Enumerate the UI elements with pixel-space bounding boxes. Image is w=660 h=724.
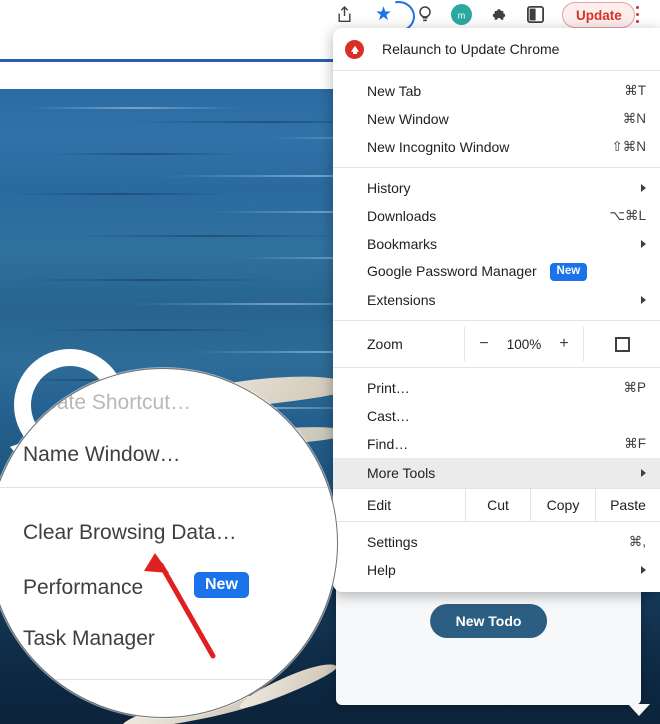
menu-item-more-tools[interactable]: More Tools xyxy=(333,458,660,488)
fullscreen-icon xyxy=(614,336,630,352)
chevron-right-icon xyxy=(641,184,646,192)
menu-item-print[interactable]: Print… ⌘P xyxy=(333,374,660,402)
menu-item-bookmarks[interactable]: Bookmarks xyxy=(333,230,660,258)
menu-item-accel: ⌘F xyxy=(624,436,646,451)
chevron-right-icon xyxy=(641,566,646,574)
menu-item-label: Cast… xyxy=(367,408,410,424)
zoom-in-button[interactable]: + xyxy=(557,335,571,353)
menu-item-new-tab[interactable]: New Tab ⌘T xyxy=(333,77,660,105)
menu-item-label: Google Password Manager xyxy=(367,262,537,279)
zoom-level-value: 100% xyxy=(506,336,542,352)
magnified-item-name-window[interactable]: Name Window… xyxy=(23,443,181,467)
magnified-item-create-shortcut[interactable]: Create Shortcut… xyxy=(23,391,191,415)
bookmark-star-icon[interactable]: ★ xyxy=(372,3,395,26)
update-label: Update xyxy=(576,7,622,23)
menu-item-extensions[interactable]: Extensions xyxy=(333,286,660,314)
menu-item-new-window[interactable]: New Window ⌘N xyxy=(333,105,660,133)
menu-item-accel: ⌘T xyxy=(624,83,646,98)
menu-item-label: Downloads xyxy=(367,208,437,224)
chrome-main-menu: Relaunch to Update Chrome New Tab ⌘T New… xyxy=(333,28,660,592)
new-todo-button[interactable]: New Todo xyxy=(429,604,548,638)
grammarly-extension-icon[interactable]: m xyxy=(450,3,473,26)
menu-item-accel: ⇧⌘N xyxy=(611,139,646,154)
magnified-divider xyxy=(0,679,337,680)
relaunch-label: Relaunch to Update Chrome xyxy=(382,41,560,57)
magnified-divider xyxy=(0,487,337,488)
menu-divider xyxy=(333,167,660,168)
chrome-menu-kebab-icon[interactable] xyxy=(636,6,640,23)
new-badge: New xyxy=(549,263,588,282)
menu-item-accel: ⌘P xyxy=(623,380,646,395)
menu-item-label: Help xyxy=(367,562,396,578)
chevron-right-icon xyxy=(641,296,646,304)
menu-divider xyxy=(333,320,660,321)
share-icon[interactable] xyxy=(333,3,356,26)
zoom-label: Zoom xyxy=(367,336,403,352)
relaunch-to-update-chrome-item[interactable]: Relaunch to Update Chrome xyxy=(333,34,660,64)
fullscreen-button[interactable] xyxy=(584,327,660,361)
screenshot-root: Add a todo to get started Switch to Inbo… xyxy=(0,0,660,724)
edit-row: Edit Cut Copy Paste xyxy=(333,488,660,522)
cut-button[interactable]: Cut xyxy=(465,489,530,521)
menu-divider xyxy=(333,70,660,71)
browser-toolbar: ★ m Update xyxy=(0,0,660,32)
svg-text:m: m xyxy=(458,11,466,21)
zoom-controls: − 100% + xyxy=(464,327,584,361)
menu-item-label: Settings xyxy=(367,534,418,550)
extensions-puzzle-icon[interactable] xyxy=(487,3,510,26)
magnifier-lens: Create Shortcut… Name Window… Clear Brow… xyxy=(0,368,338,718)
menu-item-label: Extensions xyxy=(367,292,436,308)
magnified-new-badge: New xyxy=(194,572,249,598)
zoom-out-button[interactable]: − xyxy=(477,335,491,353)
menu-item-help[interactable]: Help xyxy=(333,556,660,584)
copy-button[interactable]: Copy xyxy=(530,489,595,521)
paste-button[interactable]: Paste xyxy=(595,489,660,521)
magnified-item-task-manager[interactable]: Task Manager xyxy=(23,627,155,651)
menu-item-cast[interactable]: Cast… xyxy=(333,402,660,430)
menu-item-find[interactable]: Find… ⌘F xyxy=(333,430,660,458)
menu-divider xyxy=(333,367,660,368)
relaunch-update-icon xyxy=(345,39,364,59)
magnified-item-performance[interactable]: Performance xyxy=(23,576,143,600)
menu-item-label: More Tools xyxy=(367,465,436,481)
side-panel-icon[interactable] xyxy=(524,3,547,26)
menu-item-new-incognito-window[interactable]: New Incognito Window ⇧⌘N xyxy=(333,133,660,161)
menu-item-label: History xyxy=(367,180,411,196)
menu-item-label: Print… xyxy=(367,380,410,396)
magnified-more-tools-submenu: Create Shortcut… Name Window… Clear Brow… xyxy=(0,369,337,717)
chevron-right-icon xyxy=(641,469,646,477)
update-button[interactable]: Update xyxy=(562,2,635,28)
lightbulb-extension-icon[interactable] xyxy=(413,3,436,26)
menu-item-accel: ⌘N xyxy=(622,111,646,126)
menu-item-google-password-manager[interactable]: Google Password Manager New xyxy=(333,258,660,286)
menu-item-label: Find… xyxy=(367,436,409,452)
edit-label: Edit xyxy=(367,497,392,513)
menu-item-accel: ⌥⌘L xyxy=(609,208,646,223)
chevron-right-icon xyxy=(641,240,646,248)
menu-item-downloads[interactable]: Downloads ⌥⌘L xyxy=(333,202,660,230)
menu-item-label: New Window xyxy=(367,111,449,127)
menu-item-label: New Incognito Window xyxy=(367,139,510,155)
menu-item-history[interactable]: History xyxy=(333,174,660,202)
menu-item-label: New Tab xyxy=(367,83,422,99)
menu-item-label: Bookmarks xyxy=(367,236,438,252)
magnified-item-clear-browsing-data[interactable]: Clear Browsing Data… xyxy=(23,521,237,545)
menu-item-settings[interactable]: Settings ⌘, xyxy=(333,528,660,556)
zoom-row: Zoom − 100% + xyxy=(333,327,660,361)
menu-item-accel: ⌘, xyxy=(628,534,646,549)
